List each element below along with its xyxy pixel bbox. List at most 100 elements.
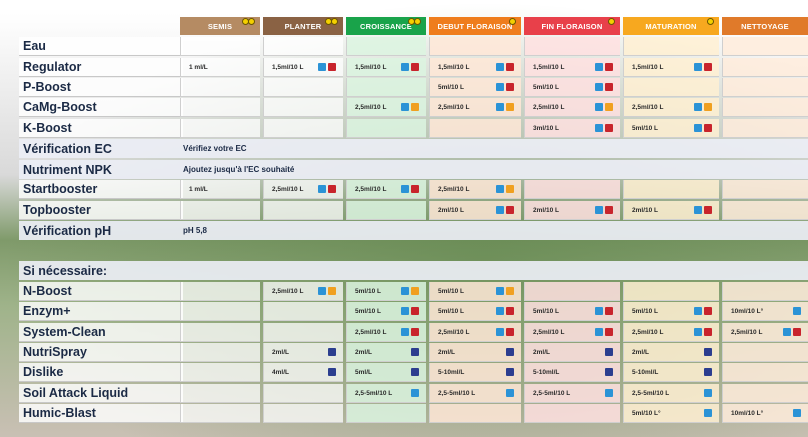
warning-icon — [506, 103, 514, 111]
warning-icon — [411, 307, 419, 315]
application-icon — [595, 103, 603, 111]
dose-cell — [722, 363, 808, 382]
dose-value: 5ml/10 L — [632, 307, 659, 315]
application-icon — [793, 307, 801, 315]
table-row: NutriSpray — [19, 343, 183, 362]
row-label: Enzym+ — [19, 302, 183, 321]
section-row: Vérification EC Vérifiez votre EC — [19, 139, 808, 158]
dose-value: 2ml/L — [533, 348, 550, 356]
section-row: Nutriment NPK Ajoutez jusqu'à l'EC souhai… — [19, 160, 808, 179]
dose-value: 2,5ml/10 L — [355, 103, 387, 111]
dose-cell — [524, 180, 620, 199]
dose-value: 2,5ml/10 L — [438, 185, 470, 193]
dose-cell — [263, 98, 343, 117]
header-label: CROISSANCE — [359, 21, 412, 31]
dose-cell: 5ml/10 L — [429, 282, 521, 301]
dose-cell: 5-10ml/L — [524, 363, 620, 382]
application-icon — [694, 206, 702, 214]
warning-icon — [411, 103, 419, 111]
row-label: N-Boost — [19, 282, 183, 301]
application-icon — [694, 103, 702, 111]
dose-cell: 5-10ml/L — [623, 363, 719, 382]
dose-value: 1 ml/L — [189, 185, 208, 193]
dose-cell — [180, 119, 260, 138]
application-icon — [694, 307, 702, 315]
dose-cell — [263, 404, 343, 423]
dose-value: 3ml/10 L — [533, 124, 560, 132]
dose-cell: 1,5ml/10 L — [346, 58, 426, 77]
dose-value: 5-10ml/L — [533, 368, 560, 376]
dose-cell — [263, 119, 343, 138]
dose-cell — [722, 180, 808, 199]
dose-value: 2,5-5ml/10 L — [533, 389, 571, 397]
application-icon — [595, 124, 603, 132]
dose-cell — [180, 98, 260, 117]
dose-value: 2,5-5ml/10 L — [355, 389, 393, 397]
row-label: NutriSpray — [19, 343, 183, 362]
warning-icon — [411, 287, 419, 295]
dose-cell: 2ml/L — [623, 343, 719, 362]
application-icon — [496, 103, 504, 111]
application-icon — [496, 185, 504, 193]
dose-cell: 2,5ml/10 L — [346, 98, 426, 117]
dose-cell — [180, 343, 260, 362]
dose-cell: 1,5ml/10 L — [623, 58, 719, 77]
header-croissance: CROISSANCE — [346, 17, 426, 35]
dose-cell — [263, 37, 343, 56]
dose-value: 5ml/10 L° — [632, 409, 661, 417]
dose-cell — [623, 180, 719, 199]
application-icon — [783, 328, 791, 336]
dose-cell: 1,5ml/10 L — [429, 58, 521, 77]
spray-icon — [506, 368, 514, 376]
dose-cell: 5ml/10 L — [524, 302, 620, 321]
warning-icon — [506, 328, 514, 336]
dose-cell — [263, 201, 343, 220]
application-icon — [595, 307, 603, 315]
table-row: Topbooster — [19, 201, 183, 220]
application-icon — [401, 307, 409, 315]
stage-dot-icon — [331, 18, 338, 25]
dose-value: 2,5ml/10 L — [438, 103, 470, 111]
warning-icon — [704, 63, 712, 71]
spray-icon — [328, 348, 336, 356]
dose-cell: 2,5ml/10 L — [623, 98, 719, 117]
dose-value: 1,5ml/10 L — [533, 63, 565, 71]
application-icon — [411, 389, 419, 397]
application-icon — [793, 409, 801, 417]
dose-cell: 2,5ml/10 L — [623, 323, 719, 342]
dose-value: 1,5ml/10 L — [438, 63, 470, 71]
table-row: Regulator — [19, 58, 183, 77]
application-icon — [318, 185, 326, 193]
section-row: Vérification pH pH 5,8 — [19, 221, 808, 240]
application-icon — [401, 103, 409, 111]
warning-icon — [411, 63, 419, 71]
dose-cell — [623, 78, 719, 97]
stage-dot-icon — [414, 18, 421, 25]
dose-cell — [722, 78, 808, 97]
dose-cell — [346, 119, 426, 138]
header-label: PLANTER — [284, 21, 322, 31]
dose-cell — [263, 302, 343, 321]
spray-icon — [605, 368, 613, 376]
application-icon — [595, 206, 603, 214]
dose-value: 5ml/10 L — [533, 307, 560, 315]
row-label: K-Boost — [19, 119, 183, 138]
warning-icon — [506, 287, 514, 295]
dose-cell: 2,5ml/10 L — [524, 98, 620, 117]
table-row: P-Boost — [19, 78, 183, 97]
section-row: Si nécessaire: — [19, 261, 808, 280]
dose-value: 2ml/10 L — [632, 206, 659, 214]
warning-icon — [506, 83, 514, 91]
warning-icon — [605, 83, 613, 91]
dose-cell: 2ml/L — [346, 343, 426, 362]
dose-cell: 1,5ml/10 L — [263, 58, 343, 77]
application-icon — [496, 83, 504, 91]
warning-icon — [605, 124, 613, 132]
dose-value: 2ml/L — [632, 348, 649, 356]
dose-cell — [623, 37, 719, 56]
dose-cell — [722, 98, 808, 117]
dose-cell: 5ml/10 L — [524, 78, 620, 97]
dose-cell: 2,5ml/10 L — [429, 98, 521, 117]
dose-cell — [722, 282, 808, 301]
dose-value: 1,5ml/10 L — [632, 63, 664, 71]
